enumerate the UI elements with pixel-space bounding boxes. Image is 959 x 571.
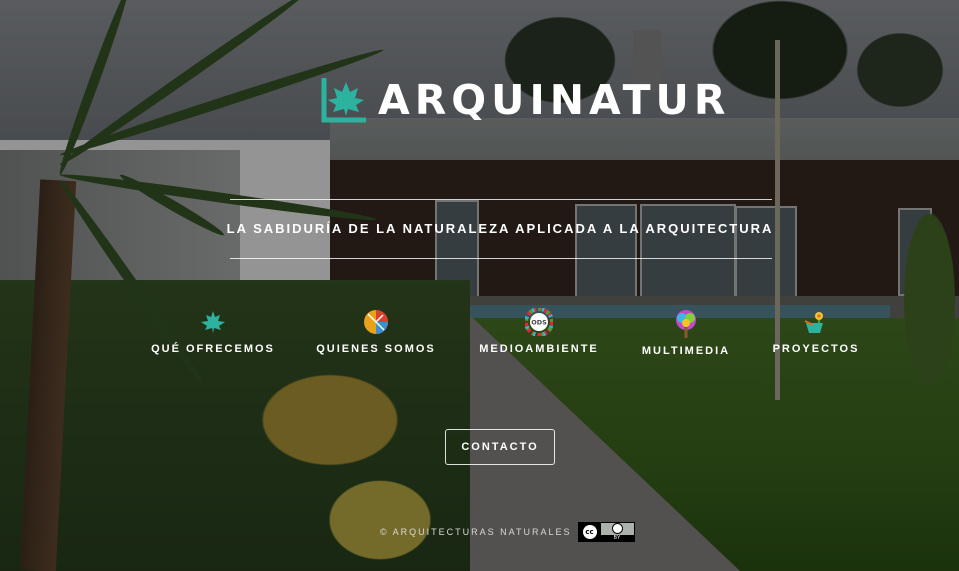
nav-label: QUÉ OFRECEMOS xyxy=(151,343,275,355)
person-icon xyxy=(611,523,623,534)
nav-item-que-ofrecemos[interactable]: QUÉ OFRECEMOS xyxy=(151,308,275,355)
copyright-text: © ARQUITECTURAS NATURALES xyxy=(380,527,572,537)
contact-button[interactable]: CONTACTO xyxy=(445,429,555,465)
nav-label: MULTIMEDIA xyxy=(641,345,731,357)
rainbow-tree-icon xyxy=(672,310,700,338)
divider-bottom xyxy=(230,258,772,259)
by-attribution: BY xyxy=(600,523,634,541)
leaf-logo-icon xyxy=(321,78,366,123)
divider-top xyxy=(230,199,772,200)
nav-label: PROYECTOS xyxy=(772,343,860,355)
cc-logo-icon: cc xyxy=(578,523,601,541)
tagline: LA SABIDURÍA DE LA NATURALEZA APLICADA A… xyxy=(226,221,774,236)
nav-item-quienes-somos[interactable]: QUIENES SOMOS xyxy=(316,308,436,355)
maple-leaf-icon xyxy=(199,308,227,336)
nav-item-proyectos[interactable]: PROYECTOS xyxy=(772,308,860,355)
brand-logo[interactable]: ARQUINATUR xyxy=(318,74,730,126)
brand-name: ARQUINATUR xyxy=(378,76,731,124)
ods-wheel-icon: ODS xyxy=(525,308,553,336)
nav-item-multimedia[interactable]: MULTIMEDIA xyxy=(640,310,732,357)
ods-text: ODS xyxy=(531,319,547,327)
nav-label: MEDIOAMBIENTE xyxy=(479,343,599,355)
footer: © ARQUITECTURAS NATURALES cc BY xyxy=(380,522,635,542)
colorful-circle-icon xyxy=(362,308,390,336)
cc-license-badge[interactable]: cc BY xyxy=(577,522,635,542)
nav-item-medioambiente[interactable]: ODS MEDIOAMBIENTE xyxy=(478,308,600,355)
landing-page: ARQUINATUR LA SABIDURÍA DE LA NATURALEZA… xyxy=(0,0,959,571)
flower-pot-icon xyxy=(802,308,830,336)
by-label: BY xyxy=(600,535,634,541)
nav-label: QUIENES SOMOS xyxy=(316,343,436,355)
